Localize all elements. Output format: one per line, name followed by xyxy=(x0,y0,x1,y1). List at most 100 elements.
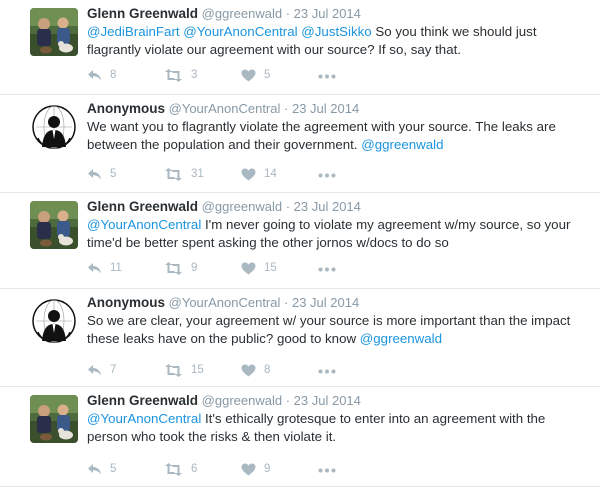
author-name[interactable]: Anonymous xyxy=(87,101,165,116)
avatar-greenwald-photo[interactable] xyxy=(30,8,78,56)
retweet-button[interactable]: 31 xyxy=(164,167,241,181)
separator-dot: · xyxy=(284,101,289,116)
tweet-5[interactable]: Glenn Greenwald @ggreenwald · 23 Jul 201… xyxy=(0,387,600,487)
heart-icon xyxy=(241,262,264,275)
reply-button[interactable]: 7 xyxy=(87,364,164,377)
more-button[interactable] xyxy=(318,460,336,478)
reply-icon xyxy=(87,463,110,476)
retweet-count: 3 xyxy=(191,69,198,81)
mention-link[interactable]: @YourAnonCentral xyxy=(87,217,201,232)
author-handle[interactable]: @YourAnonCentral xyxy=(169,295,281,310)
retweet-count: 31 xyxy=(191,168,204,180)
more-dots-icon xyxy=(318,165,336,183)
author-handle[interactable]: @ggreenwald xyxy=(202,393,282,408)
reply-count: 5 xyxy=(110,463,117,475)
tweet-header: Anonymous @YourAnonCentral · 23 Jul 2014 xyxy=(87,294,587,311)
avatar-anonymous-logo[interactable] xyxy=(30,297,78,345)
retweet-icon xyxy=(164,462,191,476)
timestamp[interactable]: 23 Jul 2014 xyxy=(294,6,361,21)
author-handle[interactable]: @ggreenwald xyxy=(202,199,282,214)
mention-link[interactable]: @JustSikko xyxy=(301,24,371,39)
tweet-thread: Glenn Greenwald @ggreenwald · 23 Jul 201… xyxy=(0,0,600,487)
retweet-count: 15 xyxy=(191,364,204,376)
retweet-count: 6 xyxy=(191,463,198,475)
timestamp[interactable]: 23 Jul 2014 xyxy=(292,101,359,116)
mention-link[interactable]: @ggreenwald xyxy=(361,137,443,152)
more-button[interactable] xyxy=(318,361,336,379)
heart-icon xyxy=(241,463,264,476)
tweet-actions: 5 31 14 xyxy=(87,165,336,183)
timestamp[interactable]: 23 Jul 2014 xyxy=(292,295,359,310)
more-button[interactable] xyxy=(318,165,336,183)
tweet-header: Glenn Greenwald @ggreenwald · 23 Jul 201… xyxy=(87,198,587,215)
more-button[interactable] xyxy=(318,66,336,84)
heart-icon xyxy=(241,69,264,82)
avatar-anonymous-logo[interactable] xyxy=(30,103,78,151)
tweet-3[interactable]: Glenn Greenwald @ggreenwald · 23 Jul 201… xyxy=(0,193,600,289)
reply-icon xyxy=(87,69,110,82)
like-count: 14 xyxy=(264,168,277,180)
avatar-greenwald-photo[interactable] xyxy=(30,395,78,443)
heart-icon xyxy=(241,364,264,377)
reply-icon xyxy=(87,168,110,181)
retweet-icon xyxy=(164,363,191,377)
more-dots-icon xyxy=(318,361,336,379)
tweet-content: Glenn Greenwald @ggreenwald · 23 Jul 201… xyxy=(87,392,587,446)
tweet-content: Anonymous @YourAnonCentral · 23 Jul 2014… xyxy=(87,294,587,348)
tweet-content: Glenn Greenwald @ggreenwald · 23 Jul 201… xyxy=(87,198,587,252)
like-button[interactable]: 14 xyxy=(241,168,318,181)
mention-link[interactable]: @JediBrainFart xyxy=(87,24,180,39)
reply-button[interactable]: 11 xyxy=(87,262,164,275)
retweet-button[interactable]: 9 xyxy=(164,261,241,275)
reply-button[interactable]: 5 xyxy=(87,168,164,181)
author-name[interactable]: Glenn Greenwald xyxy=(87,6,198,21)
author-name[interactable]: Glenn Greenwald xyxy=(87,199,198,214)
retweet-button[interactable]: 15 xyxy=(164,363,241,377)
mention-link[interactable]: @ggreenwald xyxy=(360,331,442,346)
more-dots-icon xyxy=(318,460,336,478)
tweet-text: @YourAnonCentral It's ethically grotesqu… xyxy=(87,410,587,446)
author-name[interactable]: Glenn Greenwald xyxy=(87,393,198,408)
tweet-actions: 5 6 9 xyxy=(87,460,336,478)
like-button[interactable]: 8 xyxy=(241,364,318,377)
separator-dot: · xyxy=(285,199,291,214)
tweet-text: We want you to flagrantly violate the ag… xyxy=(87,118,587,154)
reply-count: 7 xyxy=(110,364,117,376)
separator-dot: · xyxy=(285,393,291,408)
author-handle[interactable]: @ggreenwald xyxy=(202,6,282,21)
tweet-text: @JediBrainFart @YourAnonCentral @JustSik… xyxy=(87,23,587,59)
like-count: 9 xyxy=(264,463,271,475)
like-count: 8 xyxy=(264,364,271,376)
tweet-text: @YourAnonCentral I'm never going to viol… xyxy=(87,216,587,252)
reply-button[interactable]: 8 xyxy=(87,69,164,82)
tweet-text: So we are clear, your agreement w/ your … xyxy=(87,312,587,348)
author-handle[interactable]: @YourAnonCentral xyxy=(169,101,281,116)
tweet-actions: 8 3 5 xyxy=(87,66,336,84)
avatar-greenwald-photo[interactable] xyxy=(30,201,78,249)
separator-dot: · xyxy=(284,295,289,310)
tweet-header: Glenn Greenwald @ggreenwald · 23 Jul 201… xyxy=(87,392,587,409)
tweet-4[interactable]: Anonymous @YourAnonCentral · 23 Jul 2014… xyxy=(0,289,600,387)
like-button[interactable]: 15 xyxy=(241,262,318,275)
like-button[interactable]: 9 xyxy=(241,463,318,476)
reply-button[interactable]: 5 xyxy=(87,463,164,476)
timestamp[interactable]: 23 Jul 2014 xyxy=(294,199,361,214)
tweet-content: Glenn Greenwald @ggreenwald · 23 Jul 201… xyxy=(87,5,587,59)
tweet-1[interactable]: Glenn Greenwald @ggreenwald · 23 Jul 201… xyxy=(0,0,600,95)
mention-link[interactable]: @YourAnonCentral xyxy=(183,24,297,39)
heart-icon xyxy=(241,168,264,181)
mention-link[interactable]: @YourAnonCentral xyxy=(87,411,201,426)
more-button[interactable] xyxy=(318,259,336,277)
reply-icon xyxy=(87,262,110,275)
tweet-actions: 11 9 15 xyxy=(87,259,336,277)
retweet-icon xyxy=(164,261,191,275)
like-count: 5 xyxy=(264,69,271,81)
reply-count: 5 xyxy=(110,168,117,180)
retweet-button[interactable]: 6 xyxy=(164,462,241,476)
separator-dot: · xyxy=(285,6,291,21)
author-name[interactable]: Anonymous xyxy=(87,295,165,310)
retweet-button[interactable]: 3 xyxy=(164,68,241,82)
like-button[interactable]: 5 xyxy=(241,69,318,82)
timestamp[interactable]: 23 Jul 2014 xyxy=(294,393,361,408)
tweet-2[interactable]: Anonymous @YourAnonCentral · 23 Jul 2014… xyxy=(0,95,600,193)
